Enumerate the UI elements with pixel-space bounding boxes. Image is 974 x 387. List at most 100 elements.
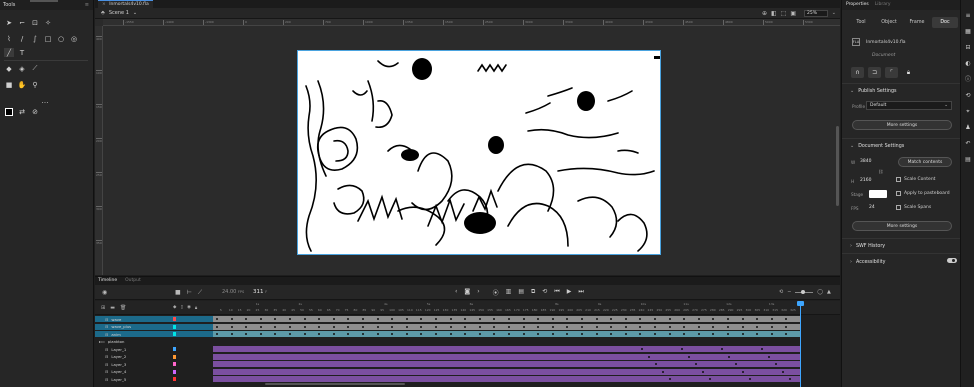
frame-ruler[interactable]: 5 10 15 20 25 30 35 40 45 50 55 60 65 70 75 80 85 90 95 100… bbox=[213, 301, 801, 315]
keyframe[interactable] bbox=[595, 318, 598, 320]
properties-icon[interactable]: ≡ bbox=[964, 12, 972, 20]
line-tool-icon[interactable]: ╱ bbox=[4, 48, 14, 57]
layer-name-cell[interactable]: ▸▭ plankton bbox=[95, 339, 213, 345]
layer-color-swatch[interactable] bbox=[173, 377, 176, 381]
fps-display[interactable]: 24.00 FPS bbox=[222, 289, 244, 295]
keyframe[interactable] bbox=[683, 333, 686, 335]
keyframe[interactable] bbox=[624, 318, 627, 320]
magnet-icon[interactable]: ∩ bbox=[851, 67, 864, 78]
keyframe[interactable] bbox=[216, 325, 218, 328]
next-keyframe-icon[interactable]: › bbox=[477, 288, 479, 297]
keyframe[interactable] bbox=[756, 333, 759, 335]
free-transform-tool-icon[interactable]: ⊡ bbox=[30, 18, 40, 27]
keyframe[interactable] bbox=[318, 333, 321, 335]
layer-row[interactable]: ⊟ Layer_3 bbox=[95, 361, 840, 367]
keyframe[interactable] bbox=[420, 318, 423, 320]
tab-doc[interactable]: Doc bbox=[932, 17, 958, 28]
layer-frames[interactable] bbox=[213, 316, 801, 322]
keyframe[interactable] bbox=[770, 318, 773, 320]
keyframe[interactable] bbox=[245, 325, 248, 328]
layer-frames[interactable] bbox=[213, 376, 801, 382]
keyframe[interactable] bbox=[709, 378, 711, 380]
keyframe[interactable] bbox=[761, 348, 763, 350]
library-panel-tab[interactable]: Library bbox=[875, 2, 891, 8]
layer-name-cell[interactable]: ⊟ Layer_5 bbox=[95, 376, 213, 382]
new-layer-icon[interactable]: ⊞ bbox=[101, 305, 105, 311]
keyframe[interactable] bbox=[332, 318, 335, 320]
zoom-input[interactable]: 25% bbox=[804, 10, 828, 17]
highlight-icon[interactable]: ◆ bbox=[173, 305, 176, 311]
keyframe[interactable] bbox=[641, 348, 643, 350]
keyframe[interactable] bbox=[712, 318, 715, 320]
keyframe[interactable] bbox=[683, 325, 686, 328]
layer-row[interactable]: ⊟ Layer_1 bbox=[95, 346, 840, 352]
keyframe[interactable] bbox=[648, 355, 650, 358]
keyframe[interactable] bbox=[756, 318, 759, 320]
zoom-chevron-down-icon[interactable]: ⌄ bbox=[832, 10, 836, 16]
stroke-fill-color-icon[interactable] bbox=[4, 107, 14, 116]
keyframe[interactable] bbox=[581, 333, 583, 335]
keyframe[interactable] bbox=[259, 333, 262, 335]
fps-value[interactable]: 24 bbox=[869, 205, 875, 210]
keyframe[interactable] bbox=[362, 333, 364, 335]
keyframe[interactable] bbox=[332, 325, 335, 328]
keyframe[interactable] bbox=[216, 318, 218, 320]
zoom-out-icon[interactable]: − bbox=[787, 289, 791, 295]
keyframe[interactable] bbox=[508, 325, 510, 328]
keyframe[interactable] bbox=[391, 333, 394, 335]
keyframe[interactable] bbox=[749, 378, 751, 380]
keyframe[interactable] bbox=[259, 325, 262, 328]
keyframe[interactable] bbox=[522, 333, 525, 335]
onion-skin-icon[interactable]: ▥ bbox=[506, 288, 512, 297]
clip-content-icon[interactable]: ◧ bbox=[771, 10, 777, 17]
layer-row[interactable]: ⊟ anim bbox=[95, 331, 840, 337]
keyframe[interactable] bbox=[303, 325, 306, 328]
keyframe[interactable] bbox=[376, 325, 379, 328]
keyframe[interactable] bbox=[376, 333, 379, 335]
keyframe[interactable] bbox=[289, 333, 291, 335]
keyframe[interactable] bbox=[741, 318, 744, 320]
accessibility-toggle[interactable] bbox=[947, 258, 957, 263]
pasteboard[interactable] bbox=[103, 26, 840, 275]
scale-content-checkbox[interactable]: Scale Content bbox=[896, 177, 935, 182]
keyframe[interactable] bbox=[595, 325, 598, 328]
keyframe[interactable] bbox=[624, 333, 627, 335]
layer-depth-icon[interactable]: ◉ bbox=[102, 289, 107, 296]
keyframe[interactable] bbox=[230, 325, 233, 328]
close-tab-icon[interactable]: × bbox=[102, 2, 106, 7]
layer-frames[interactable] bbox=[213, 331, 801, 337]
tab-tool[interactable]: Tool bbox=[848, 17, 874, 28]
keyframe[interactable] bbox=[581, 325, 583, 328]
width-value[interactable]: 3840 bbox=[860, 159, 871, 164]
stage-color-swatch[interactable] bbox=[869, 190, 887, 198]
keyframe[interactable] bbox=[230, 333, 233, 335]
layer-color-swatch[interactable] bbox=[173, 324, 176, 329]
visibility-icon[interactable]: ◉ bbox=[187, 305, 191, 311]
more-tools-icon[interactable]: … bbox=[40, 96, 50, 105]
stage-canvas[interactable] bbox=[297, 50, 661, 255]
library-icon[interactable]: ▦ bbox=[964, 28, 972, 36]
keyframe[interactable] bbox=[566, 318, 569, 320]
keyframe[interactable] bbox=[668, 318, 671, 320]
keyframe[interactable] bbox=[668, 325, 671, 328]
layer-name-cell[interactable]: ⊟ Layer_4 bbox=[95, 369, 213, 375]
panel-grip[interactable] bbox=[30, 0, 58, 2]
keyframe[interactable] bbox=[668, 333, 671, 335]
rectangle-tool-icon[interactable]: □ bbox=[43, 34, 53, 43]
layer-row[interactable]: ▸▭ plankton bbox=[95, 339, 840, 345]
keyframe[interactable] bbox=[721, 348, 723, 350]
keyframe[interactable] bbox=[508, 333, 510, 335]
no-color-icon[interactable]: ⊘ bbox=[30, 107, 40, 116]
lock-icon[interactable]: 🔒︎ bbox=[902, 67, 915, 78]
keyframe[interactable] bbox=[697, 318, 700, 320]
stage-vertical-scrollbar[interactable] bbox=[836, 126, 839, 206]
keyframe[interactable] bbox=[727, 318, 729, 320]
layer-row[interactable]: ⊟ Layer_5 bbox=[95, 376, 840, 382]
swf-history-header[interactable]: › SWF History bbox=[850, 243, 885, 249]
keyframe[interactable] bbox=[639, 333, 642, 335]
layer-name-cell[interactable]: ⊟ wave_plus bbox=[95, 323, 213, 330]
center-stage-icon[interactable]: ⊕ bbox=[762, 10, 767, 17]
keyframe[interactable] bbox=[728, 355, 730, 358]
align-icon[interactable]: ⊟ bbox=[964, 44, 972, 52]
edit-symbols-icon[interactable]: ⬚ bbox=[781, 10, 787, 17]
